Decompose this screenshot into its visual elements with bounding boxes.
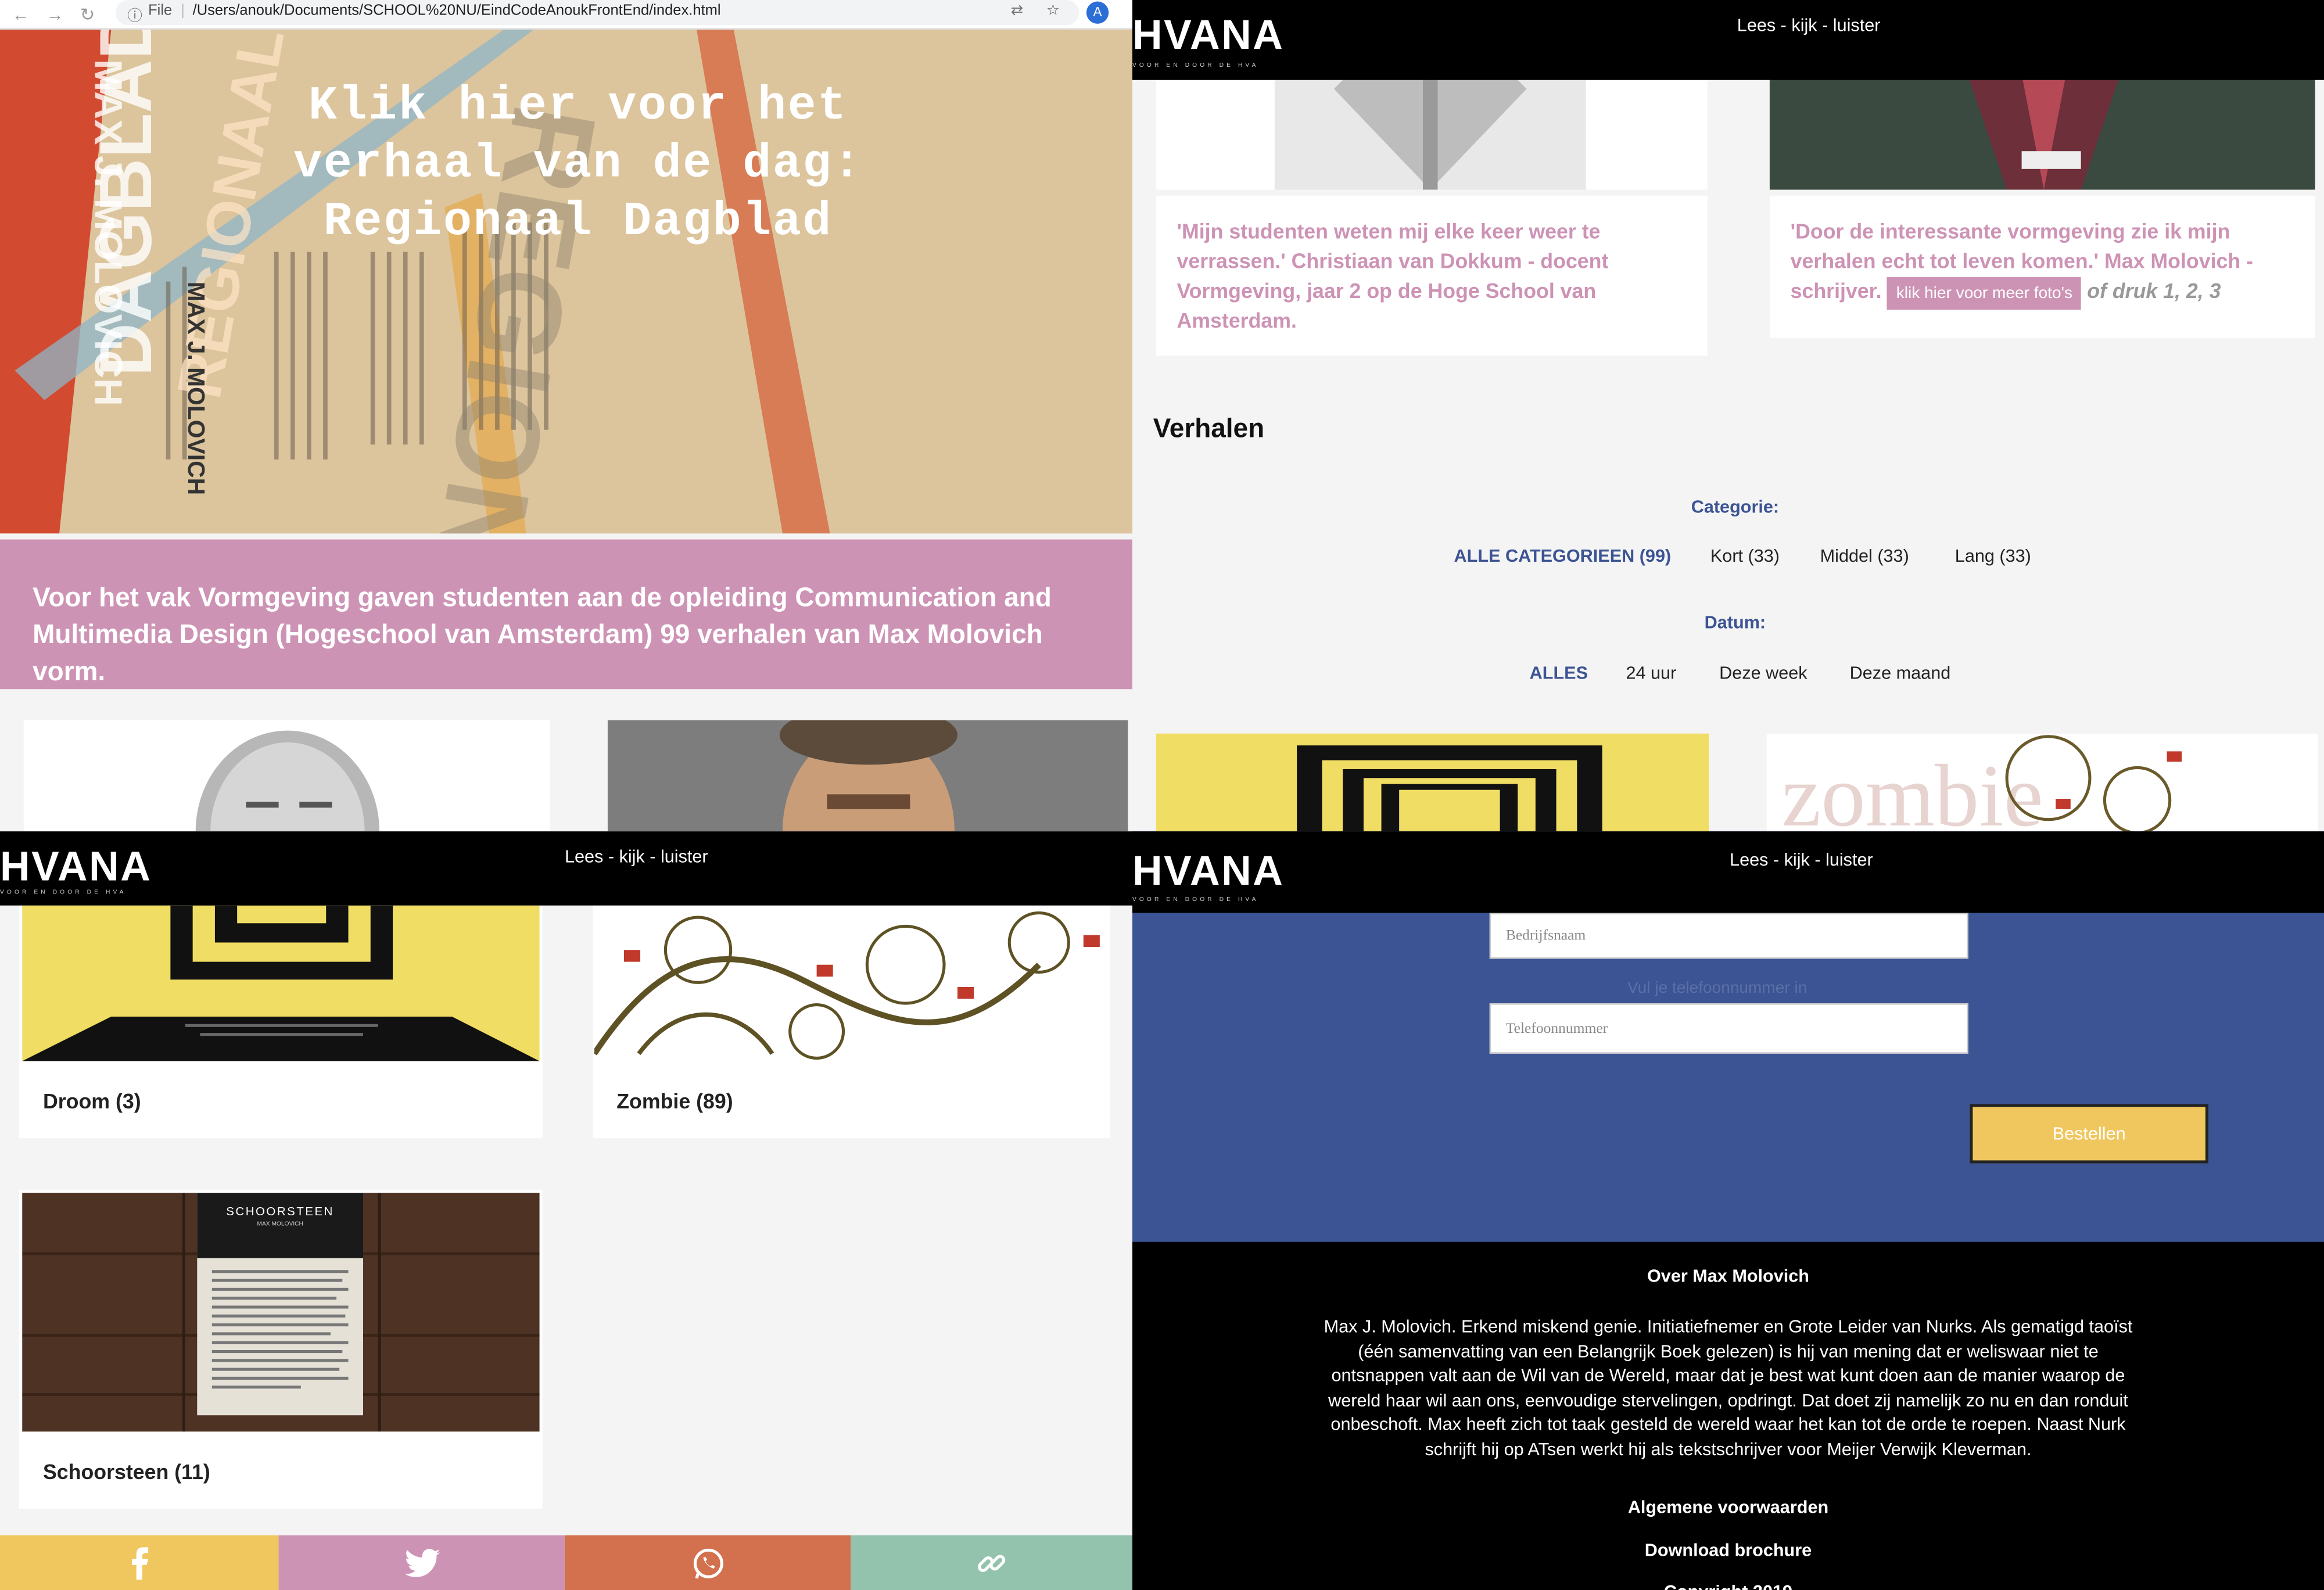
url-text: /Users/anouk/Documents/SCHOOL%20NU/EindC… [192, 3, 721, 20]
screenshot-collage: ← → ↻ ⓘ File | /Users/anouk/Documents/SC… [0, 0, 2324, 1590]
link-icon [977, 1555, 1006, 1573]
svg-text:zombie: zombie [1781, 747, 2043, 831]
card-title: Schoorsteen (11) [42, 1459, 210, 1484]
writer-quote: 'Door de interessante vormgeving zie ik … [1769, 195, 2315, 338]
portrait-writer-image [607, 720, 1128, 832]
stories-heading: Verhalen [1153, 413, 1265, 443]
filter-medium[interactable]: Middel (33) [1820, 545, 1909, 566]
bottom-left-view: Droom (3) Zombie (89) SCHOORSTEEN MAX MO… [0, 831, 1132, 1590]
url-divider: | [181, 3, 185, 20]
story-card[interactable]: SCHOORSTEEN MAX MOLOVICH Schoorsteen (11… [19, 1190, 543, 1509]
zombie-artwork [594, 911, 1100, 1060]
date-label: Datum: [1704, 612, 1766, 633]
company-placeholder: Bedrijfsnaam [1505, 927, 1586, 944]
schoorsteen-poster: SCHOORSTEEN MAX MOLOVICH [197, 1193, 363, 1416]
site-header: HVANA VOOR EN DOOR DE HVA Lees - kijk - … [0, 831, 1132, 906]
phone-placeholder: Telefoonnummer [1505, 1021, 1608, 1038]
zombie-thumb [594, 905, 1109, 1061]
filter-long[interactable]: Lang (33) [1955, 545, 2031, 566]
story-card[interactable]: Droom (3) [19, 905, 543, 1139]
back-icon[interactable]: ← [12, 5, 30, 26]
teacher-quote: 'Mijn studenten weten mij elke keer weer… [1156, 195, 1708, 356]
reload-icon[interactable]: ↻ [80, 5, 95, 26]
zombie-artwork: zombie [1781, 735, 2182, 832]
top-right-view: 'Mijn studenten weten mij elke keer weer… [1132, 0, 2324, 832]
poster-word: MAX J. MOLOVICH [182, 281, 208, 496]
key-hint: of druk 1, 2, 3 [2087, 278, 2221, 303]
droom-thumb [22, 905, 540, 1061]
footer-bio: Max J. Molovich. Erkend miskend genie. I… [1324, 1316, 2133, 1460]
site-header: HVANA VOOR EN DOOR DE HVA Lees - kijk - … [1132, 0, 2324, 80]
filter-short[interactable]: Kort (33) [1710, 545, 1780, 566]
share-whatsapp-button[interactable] [564, 1535, 851, 1590]
intro-band: Voor het vak Vormgeving gaven studenten … [0, 539, 1132, 690]
teacher-quote-text: 'Mijn studenten weten mij elke keer weer… [1177, 219, 1609, 332]
share-link-button[interactable] [851, 1535, 1132, 1590]
card-title: Zombie (89) [616, 1089, 733, 1113]
filter-this-week[interactable]: Deze week [1719, 662, 1807, 683]
schoorsteen-thumb: SCHOORSTEEN MAX MOLOVICH [22, 1193, 540, 1432]
facebook-icon [132, 1547, 149, 1580]
share-facebook-button[interactable] [0, 1535, 279, 1590]
hero-title-link[interactable]: Klik hier voor het verhaal van de dag: R… [259, 77, 896, 250]
logo-tagline: VOOR EN DOOR DE HVA [1132, 60, 1259, 69]
phone-label: Vul je telefoonnummer in [1627, 979, 1807, 997]
card-title: Droom (3) [42, 1089, 141, 1113]
filter-this-month[interactable]: Deze maand [1850, 662, 1951, 683]
order-button[interactable]: Bestellen [1970, 1104, 2209, 1164]
poster-text-lines [211, 1270, 349, 1389]
twitter-icon [404, 1549, 440, 1577]
poster-title: SCHOORSTEEN [226, 1204, 334, 1218]
filter-all-categories[interactable]: ALLE CATEGORIEEN (99) [1454, 545, 1672, 566]
filter-24-hours[interactable]: 24 uur [1626, 662, 1676, 683]
address-bar[interactable]: ⓘ File | /Users/anouk/Documents/SCHOOL%2… [115, 0, 1079, 26]
share-twitter-button[interactable] [278, 1535, 565, 1590]
portrait-teacher [23, 720, 550, 832]
company-field[interactable]: Bedrijfsnaam [1489, 913, 1968, 959]
translate-icon[interactable]: ⇄ [1011, 3, 1023, 19]
droom-artwork [22, 905, 540, 1061]
zombie-thumb-top[interactable]: zombie [1766, 733, 2318, 832]
logo-tagline: VOOR EN DOOR DE HVA [0, 888, 127, 895]
poster-author: MAX MOLOVICH [257, 1219, 303, 1228]
site-footer: Over Max Molovich Max J. Molovich. Erken… [1132, 1241, 2324, 1590]
footer-heading: Over Max Molovich [1647, 1265, 1809, 1287]
top-left-view: ← → ↻ ⓘ File | /Users/anouk/Documents/SC… [0, 0, 1132, 832]
more-photos-button[interactable]: klik hier voor meer foto's [1887, 277, 2082, 310]
poster-word: MAX J. MOLOVICH [85, 59, 131, 407]
star-icon[interactable]: ☆ [1046, 3, 1060, 19]
intro-text: Voor het vak Vormgeving gaven studenten … [33, 582, 1052, 687]
nav-menu-link[interactable]: Lees - kijk - luister [565, 846, 708, 867]
hvana-logo[interactable]: HVANA [1132, 12, 1284, 59]
bottom-right-view: Bedrijfsnaam Vul je telefoonnummer in Te… [1132, 831, 2324, 1590]
hvana-logo[interactable]: HVANA [1132, 848, 1284, 895]
droom-thumb-top[interactable] [1156, 733, 1709, 832]
logo-tagline: VOOR EN DOOR DE HVA [1132, 895, 1259, 903]
site-header: HVANA VOOR EN DOOR DE HVA Lees - kijk - … [1132, 831, 2324, 913]
forward-icon[interactable]: → [46, 5, 64, 26]
whatsapp-icon [693, 1548, 723, 1579]
portrait-teacher-image [195, 730, 380, 832]
profile-avatar[interactable]: A [1086, 1, 1109, 24]
filter-date-all[interactable]: ALLES [1530, 662, 1588, 683]
nav-menu-link[interactable]: Lees - kijk - luister [1737, 15, 1881, 36]
droom-artwork [1297, 745, 1602, 832]
portrait-writer [607, 720, 1128, 832]
file-label: File [148, 3, 173, 20]
story-card[interactable]: Zombie (89) [593, 905, 1110, 1139]
browser-toolbar: ← → ↻ ⓘ File | /Users/anouk/Documents/SC… [0, 0, 1132, 30]
terms-link[interactable]: Algemene voorwaarden [1132, 1497, 2324, 1518]
brochure-link[interactable]: Download brochure [1132, 1540, 2324, 1561]
copyright: Copyright 2019 [1132, 1581, 2324, 1590]
phone-field[interactable]: Telefoonnummer [1489, 1003, 1968, 1054]
category-label: Categorie: [1691, 496, 1780, 518]
hero-poster[interactable]: DAGBLAD REGIONAAL MAX J. MOLOVICH MAX J.… [0, 30, 1132, 534]
hvana-logo[interactable]: HVANA [0, 844, 152, 891]
info-icon: ⓘ [127, 9, 142, 26]
nav-menu-link[interactable]: Lees - kijk - luister [1730, 849, 1873, 870]
